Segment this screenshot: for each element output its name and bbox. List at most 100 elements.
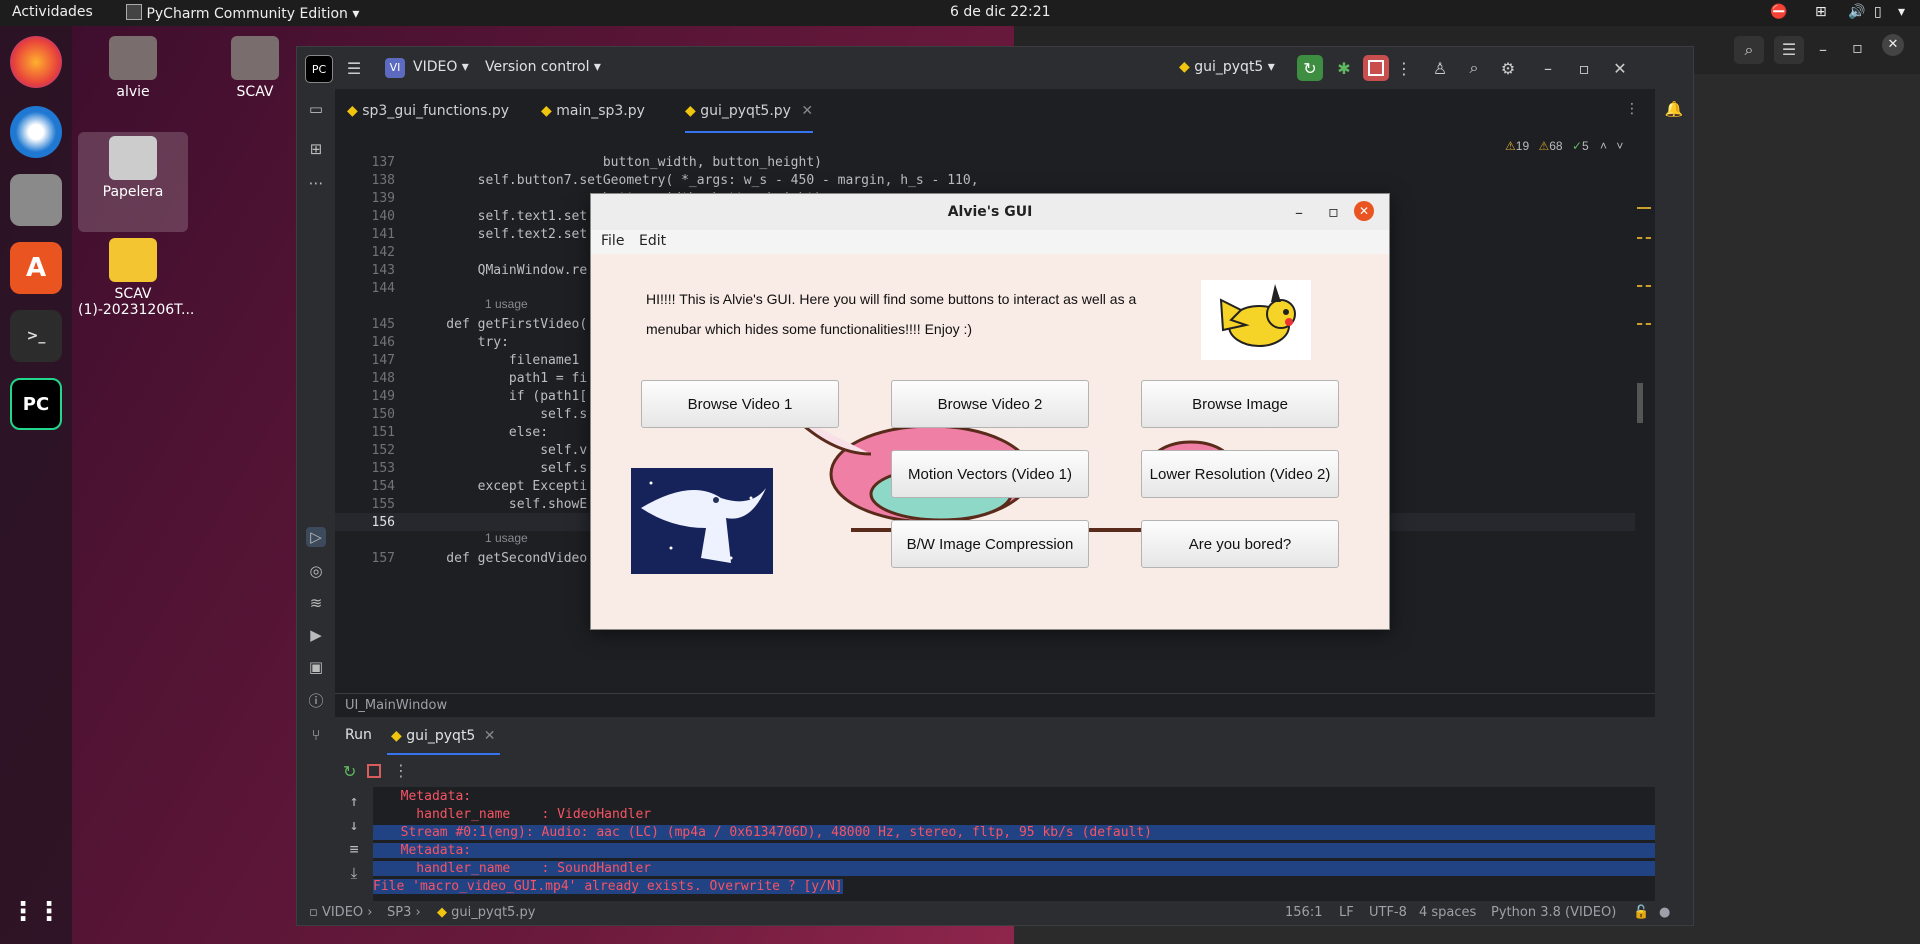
motion-vectors-button[interactable]: Motion Vectors (Video 1) [891,450,1089,498]
tab-close-icon[interactable]: ✕ [801,103,813,119]
console-line[interactable]: Metadata: [373,843,1655,858]
desktop-icon-zip[interactable]: SCAV (1)-20231206T... [78,238,194,318]
add-user-icon[interactable]: ♙ [1427,55,1453,81]
tab-main-sp3[interactable]: ◆ main_sp3.py [541,89,645,133]
file-encoding[interactable]: UTF-8 [1369,905,1407,920]
files-icon[interactable] [10,174,62,226]
notifications-bell-icon[interactable]: 🔔 [1664,99,1684,119]
code-line[interactable]: path1 = fi [415,371,587,386]
desktop-icon-home[interactable]: alvie [78,36,188,100]
rerun-icon[interactable]: ↻ [1297,55,1323,81]
console-line[interactable]: handler_name : SoundHandler [373,861,1655,876]
code-line[interactable]: def getSecondVideo [415,551,587,566]
code-line[interactable]: self.showE [415,497,587,512]
browse-video-1-button[interactable]: Browse Video 1 [641,380,839,428]
code-line[interactable]: QMainWindow.re [415,263,588,278]
are-you-bored-button[interactable]: Are you bored? [1141,520,1339,568]
tab-sp3-gui-functions[interactable]: ◆ sp3_gui_functions.py [347,89,509,133]
hamburger-menu-icon[interactable]: ☰ [1774,36,1804,64]
settings-gear-icon[interactable]: ⚙ [1495,55,1521,81]
close-icon[interactable]: ✕ [1882,34,1904,56]
browse-video-2-button[interactable]: Browse Video 2 [891,380,1089,428]
vcs-menu[interactable]: Version control ▾ [485,59,601,75]
code-line[interactable]: else: [415,425,548,440]
line-separator[interactable]: LF [1339,905,1354,920]
caret-position[interactable]: 156:1 [1285,905,1322,920]
python-interpreter[interactable]: Python 3.8 (VIDEO) [1491,905,1616,920]
window-minimize-icon[interactable]: – [1535,55,1561,81]
pycharm-dock-icon[interactable]: PC [10,378,62,430]
code-line[interactable]: self.text1.set [415,209,588,224]
code-line[interactable]: self.s [415,407,587,422]
services-icon[interactable]: ▶ [306,625,326,645]
network-icon[interactable]: ⊞ [1815,4,1827,20]
firefox-icon[interactable] [10,36,62,88]
indent-setting[interactable]: 4 spaces [1419,905,1476,920]
browse-image-button[interactable]: Browse Image [1141,380,1339,428]
more-tools-icon[interactable]: ⋯ [306,173,326,193]
code-line[interactable]: self.v [415,443,587,458]
tab-options-icon[interactable]: ⋮ [1625,101,1639,117]
do-not-disturb-icon[interactable]: ⛔ [1770,4,1787,20]
git-icon[interactable]: ⑂ [306,725,326,745]
error-stripe[interactable] [1637,133,1651,693]
dialog-close-icon[interactable]: ✕ [1354,201,1374,221]
window-close-icon[interactable]: ✕ [1607,55,1633,81]
battery-icon[interactable]: ▯ [1874,4,1882,20]
run-file-tab[interactable]: ◆ gui_pyqt5 ✕ [387,717,500,755]
scroll-up-icon[interactable]: ↑ [344,791,364,811]
project-folder-icon[interactable]: ▭ [306,99,326,119]
console-line[interactable]: Stream #0:1(eng): Audio: aac (LC) (mp4a … [373,825,1655,840]
code-line[interactable]: self.button7.setGeometry( *_args: w_s - … [415,173,979,188]
menu-file[interactable]: File [601,233,624,249]
project-selector[interactable]: VIDEO ▾ [413,59,469,75]
search-icon[interactable]: ⌕ [1734,36,1764,64]
stop-icon[interactable] [1363,55,1389,81]
scroll-down-icon[interactable]: ↓ [344,815,364,835]
maximize-icon[interactable]: ▫ [1852,38,1863,57]
soft-wrap-icon[interactable]: ≡ [344,839,364,859]
desktop-icon-scav[interactable]: SCAV [200,36,310,100]
prev-highlight-icon[interactable]: ˄ [1600,139,1607,153]
run-console[interactable]: ↑ ↓ ≡ ⤓ Metadata: handler_name : VideoHa… [335,787,1655,901]
run-more-icon[interactable]: ⋮ [393,761,409,780]
code-line[interactable]: self.s [415,461,587,476]
menu-edit[interactable]: Edit [639,233,666,249]
code-line[interactable]: filename1 [415,353,579,368]
clock[interactable]: 6 de dic 22:21 [950,4,1051,20]
scrollbar-thumb[interactable] [1637,383,1643,423]
volume-icon[interactable]: 🔊 [1848,4,1865,20]
terminal-tool-icon[interactable]: ▣ [306,657,326,677]
terminal-icon[interactable]: >_ [10,310,62,362]
code-line[interactable]: self.text2.set [415,227,588,242]
desktop-icon-trash[interactable]: Papelera [78,132,188,232]
tab-gui-pyqt5[interactable]: ◆ gui_pyqt5.py ✕ [685,89,814,133]
window-maximize-icon[interactable]: ▫ [1571,55,1597,81]
stop-small-icon[interactable] [367,764,381,778]
main-menu-icon[interactable]: ☰ [341,55,367,81]
status-path-file[interactable]: ◆ gui_pyqt5.py [437,905,535,920]
code-line[interactable]: if (path1[ [415,389,587,404]
code-line[interactable]: except Excepti [415,479,588,494]
debug-icon[interactable]: ✱ [1331,55,1357,81]
scroll-to-end-icon[interactable]: ⤓ [344,863,364,883]
inspection-widget[interactable]: ⚠19 ⚠68 ✓5 ˄ ˅ [1505,139,1623,153]
run-tab-close-icon[interactable]: ✕ [484,728,496,744]
minimize-icon[interactable]: – [1819,40,1827,59]
problems-icon[interactable]: ⓘ [306,691,326,711]
layers-icon[interactable]: ≋ [306,593,326,613]
code-line[interactable]: def getFirstVideo( [415,317,587,332]
more-actions-icon[interactable]: ⋮ [1391,55,1417,81]
lower-resolution-button[interactable]: Lower Resolution (Video 2) [1141,450,1339,498]
run-config-selector[interactable]: ◆ gui_pyqt5 ▾ [1179,59,1275,75]
thunderbird-icon[interactable] [10,106,62,158]
rerun-small-icon[interactable]: ↻ [343,762,356,781]
structure-icon[interactable]: ⊞ [306,139,326,159]
search-everywhere-icon[interactable]: ⌕ [1461,55,1487,81]
code-line[interactable]: try: [415,335,509,350]
dialog-maximize-icon[interactable]: ▫ [1328,202,1339,221]
system-menu-icon[interactable]: ▾ [1898,4,1905,20]
console-line[interactable]: File 'macro_video_GUI.mp4' already exist… [373,879,843,894]
python-console-icon[interactable]: ◎ [306,561,326,581]
run-tab-title[interactable]: Run [345,727,372,743]
